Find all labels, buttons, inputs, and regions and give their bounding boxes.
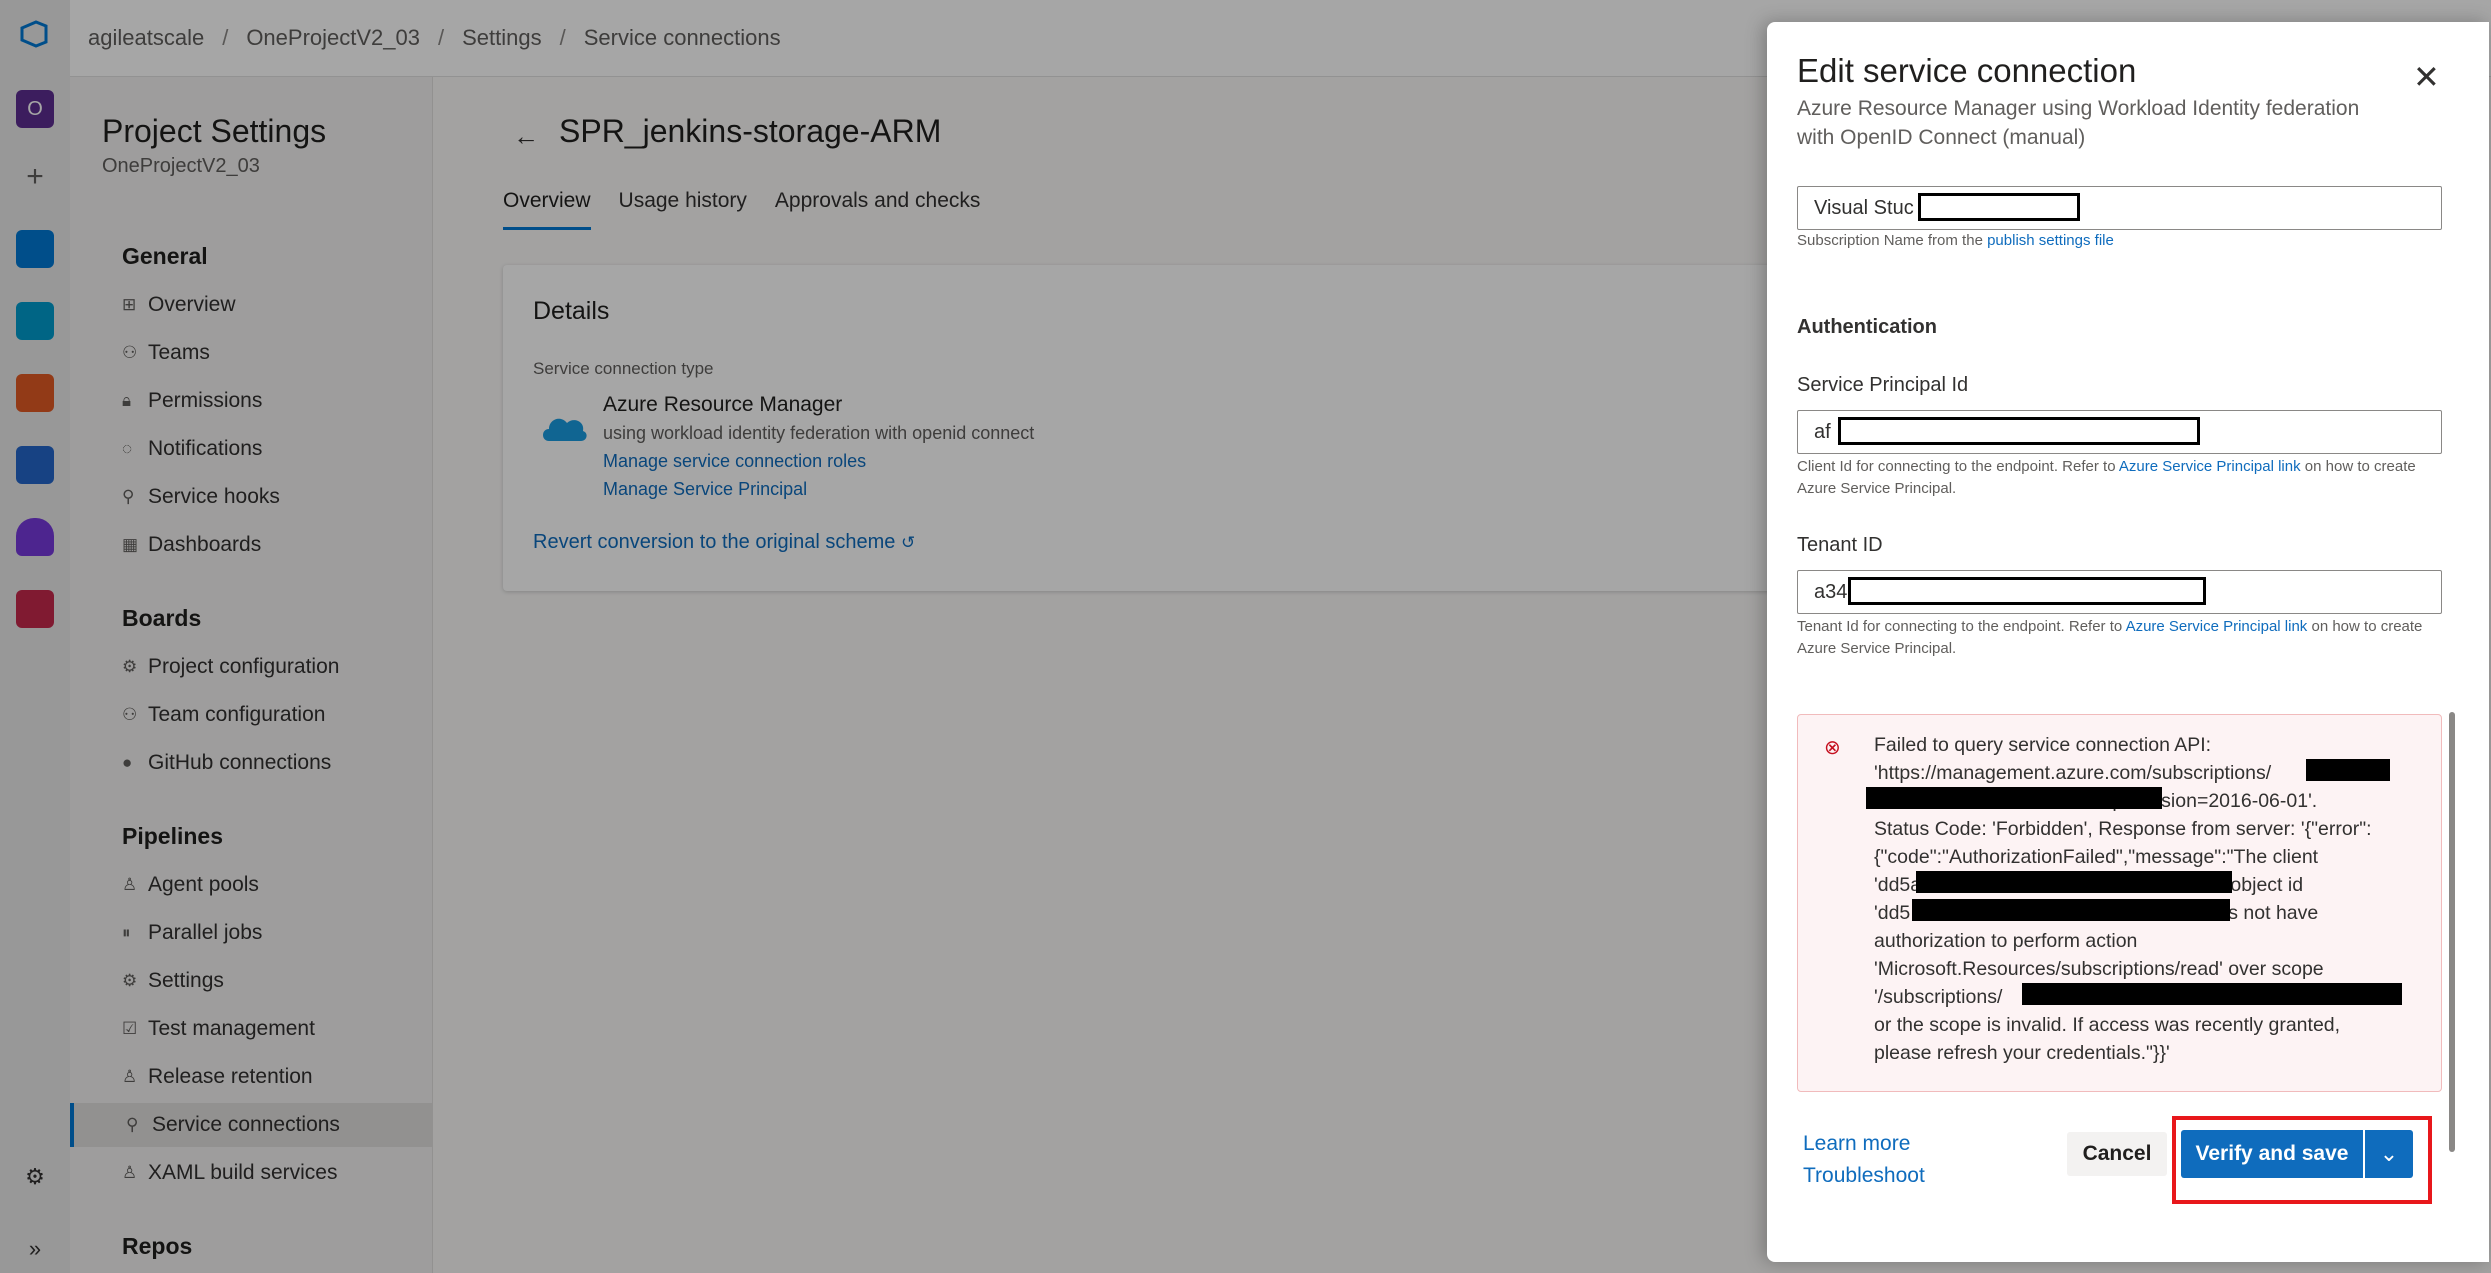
redaction-box [2306,759,2390,781]
tenant-hint-text: Tenant Id for connecting to the endpoint… [1797,618,2123,635]
redaction-box [1838,417,2200,445]
service-principal-id-field[interactable]: af [1797,410,2442,454]
panel-subtitle: Azure Resource Manager using Workload Id… [1797,97,2360,149]
azure-service-principal-link[interactable]: Azure Service Principal link [2119,458,2301,475]
authentication-heading: Authentication [1797,316,1937,338]
subscription-hint-text: Subscription Name from the [1797,232,1983,249]
panel-title: Edit service connection [1797,52,2137,89]
tenant-id-field[interactable]: a34 [1797,570,2442,614]
troubleshoot-link[interactable]: Troubleshoot [1803,1164,1925,1188]
service-principal-id-label: Service Principal Id [1797,374,1969,396]
edit-service-connection-panel: Edit service connection Azure Resource M… [1767,22,2489,1262]
redaction-box [1916,871,2232,893]
tenant-id-label: Tenant ID [1797,534,1883,556]
error-icon: ⊗ [1824,737,1841,759]
service-principal-id-value: af [1814,421,1831,443]
cancel-button[interactable]: Cancel [2067,1132,2167,1176]
redaction-box [1866,787,2162,809]
azure-service-principal-link[interactable]: Azure Service Principal link [2126,618,2308,635]
redaction-box [1848,577,2206,605]
tenant-id-value: a34 [1814,581,1848,603]
service-principal-hint: Client Id for connecting to the endpoint… [1797,456,2447,500]
annotation-highlight-box [2172,1116,2432,1204]
close-icon[interactable]: ✕ [2413,58,2440,96]
panel-scrollbar[interactable] [2449,172,2455,1152]
redaction-box [1912,899,2230,921]
publish-settings-link[interactable]: publish settings file [1987,232,2114,249]
redaction-box [2022,983,2402,1005]
subscription-name-field[interactable]: Visual Stuc [1797,186,2442,230]
learn-more-link[interactable]: Learn more [1803,1132,1910,1156]
error-message-box: ⊗ Failed to query service connection API… [1797,714,2442,1092]
tenant-id-hint: Tenant Id for connecting to the endpoint… [1797,616,2447,660]
panel-scrollbar-thumb[interactable] [2449,712,2455,1152]
redaction-box [1918,193,2080,221]
spid-hint-text: Client Id for connecting to the endpoint… [1797,458,2116,475]
subscription-name-value: Visual Stuc [1814,197,1914,219]
subscription-hint: Subscription Name from the publish setti… [1797,230,2447,252]
